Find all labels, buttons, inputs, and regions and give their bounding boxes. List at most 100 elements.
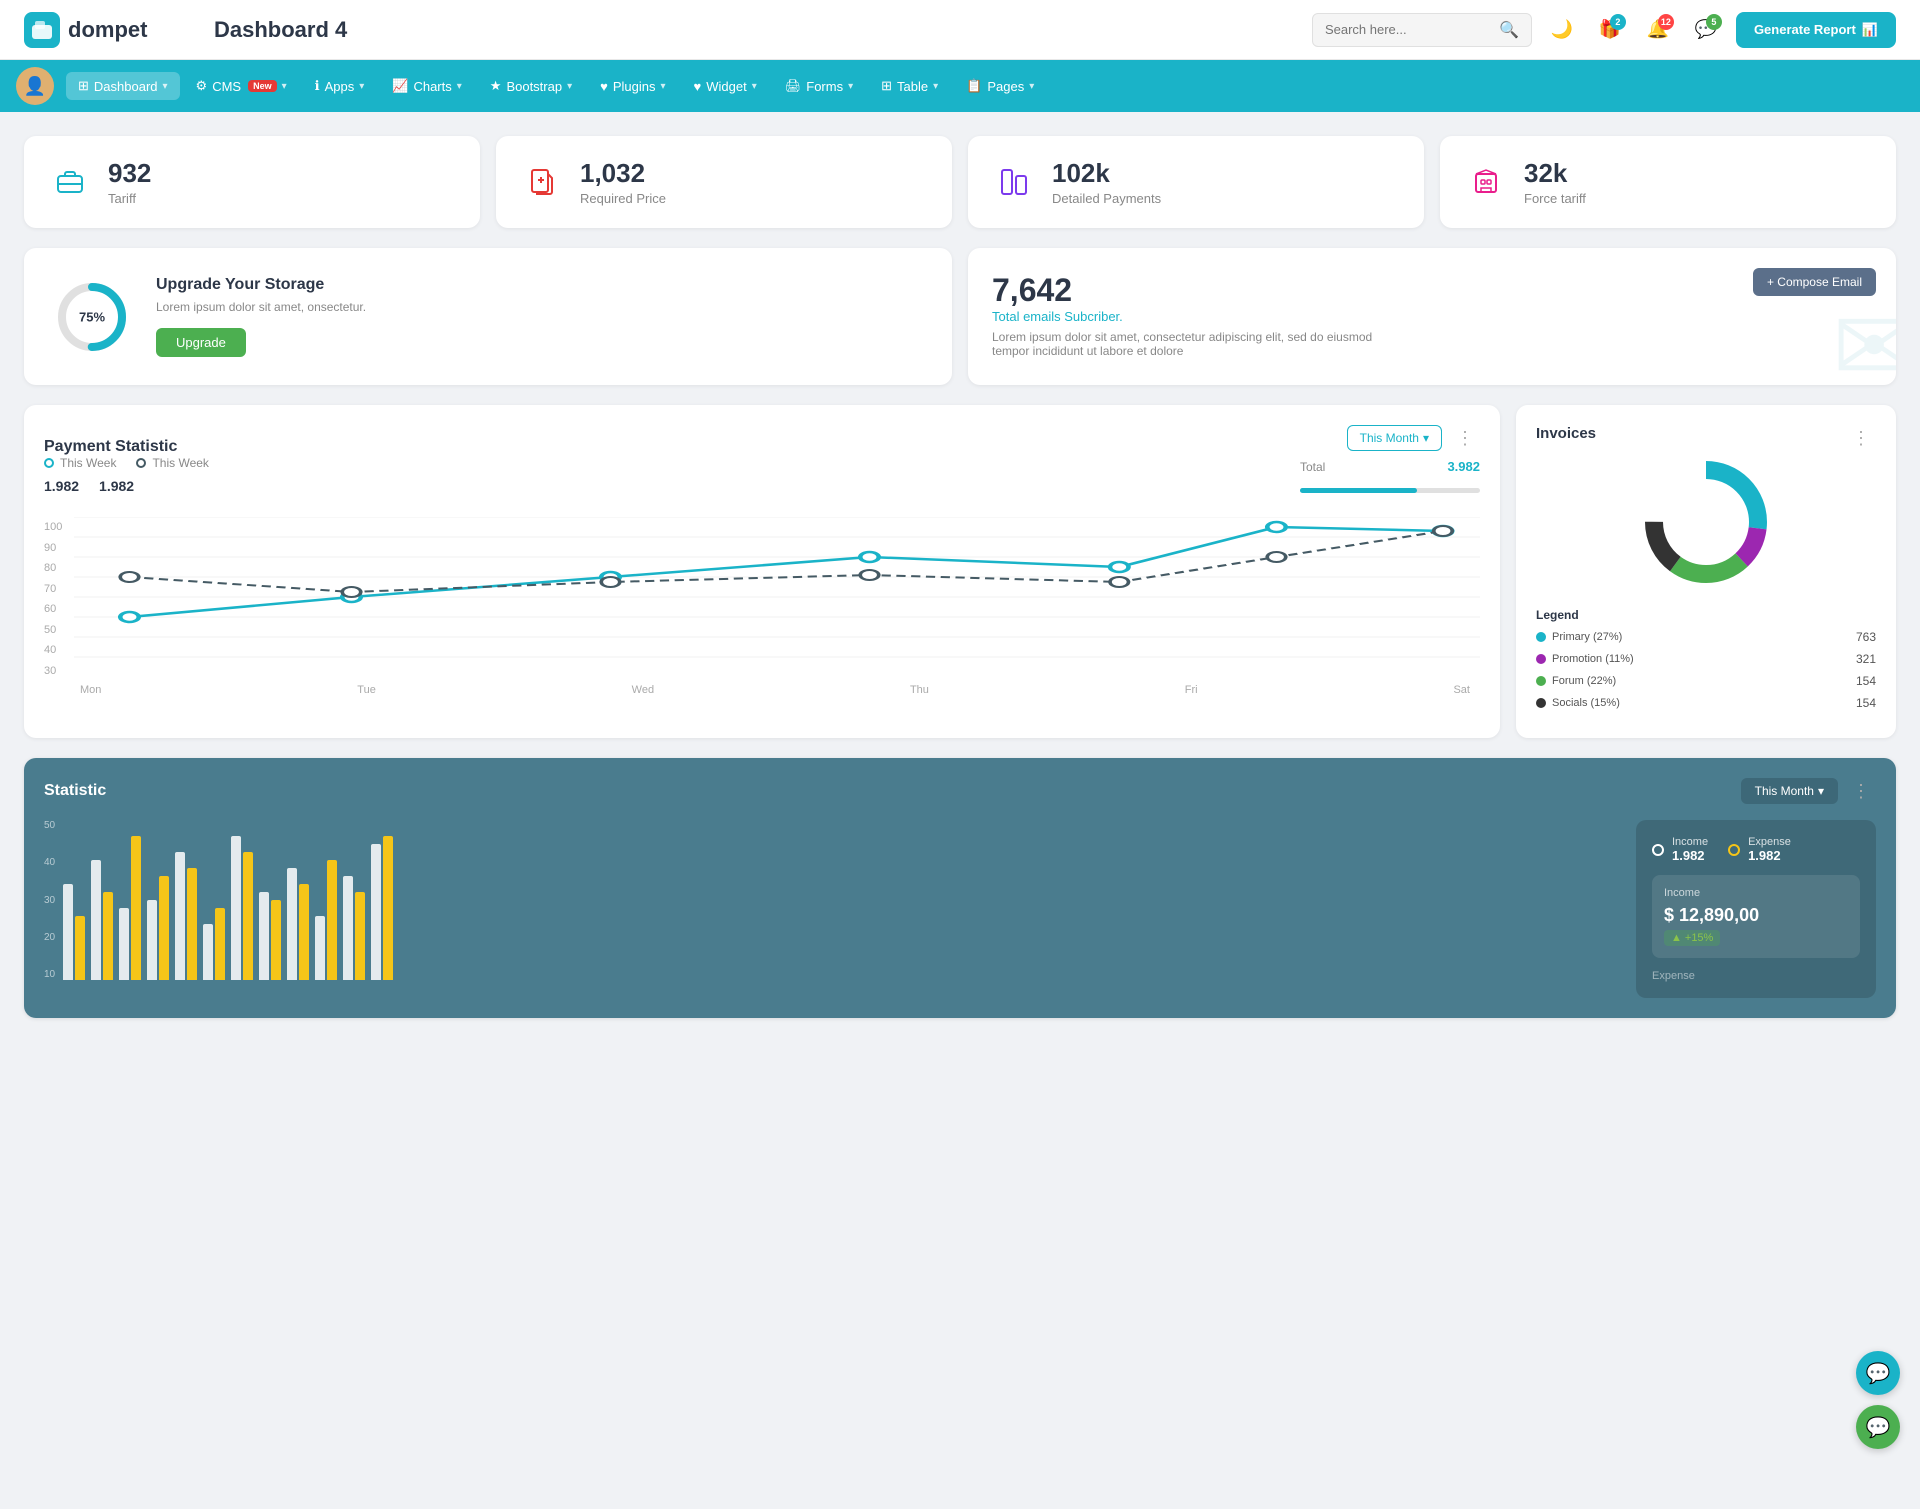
bar-group-8: [259, 892, 281, 980]
statistic-this-month-button[interactable]: This Month ▾: [1741, 778, 1838, 804]
nav-item-forms[interactable]: 🖨 Forms ▾: [773, 72, 865, 100]
nav-item-table[interactable]: ⊞ Table ▾: [869, 72, 950, 100]
page-title: Dashboard 4: [214, 17, 1292, 43]
search-icon: 🔍: [1499, 20, 1519, 40]
support-button[interactable]: 💬: [1856, 1351, 1900, 1395]
chevron-down-icon: ▾: [567, 81, 572, 92]
stat-value: 32k: [1524, 158, 1586, 189]
expense-dot: [1728, 844, 1740, 856]
this-month-button[interactable]: This Month ▾: [1347, 425, 1442, 451]
search-input[interactable]: [1325, 22, 1493, 37]
main-content: 932 Tariff 1,032 Required Price 102k Det…: [0, 112, 1920, 1042]
bar-group-6: [203, 908, 225, 980]
nav-item-charts[interactable]: 📈 Charts ▾: [380, 72, 474, 100]
middle-row: 75% Upgrade Your Storage Lorem ipsum dol…: [24, 248, 1896, 385]
floating-buttons: 💬 💬: [1856, 1351, 1900, 1449]
header: dompet Dashboard 4 🔍 🌙 🎁 2 🔔 12 💬 5 Gene…: [0, 0, 1920, 60]
chart-title-area: Payment Statistic This Week This Week 1.…: [44, 438, 209, 494]
bar-group-11: [343, 876, 365, 980]
bar-group-7: [231, 836, 253, 980]
bar-chart-with-yaxis: 50 40 30 20 10: [44, 820, 1616, 980]
bell-icon[interactable]: 🔔 12: [1640, 12, 1676, 48]
legend-promotion: Promotion (11%) 321: [1536, 652, 1876, 666]
payment-statistic-card: Payment Statistic This Week This Week 1.…: [24, 405, 1500, 738]
statistic-title: Statistic: [44, 782, 106, 800]
storage-donut: 75%: [52, 277, 132, 357]
chart-title: Payment Statistic: [44, 438, 209, 456]
legend-item-2: This Week: [136, 456, 208, 470]
legend-values: 1.982 1.982: [44, 478, 209, 494]
nav-item-cms[interactable]: ⚙ CMS New ▾: [184, 72, 299, 100]
total-bar-fill: [1300, 488, 1417, 493]
chat-icon[interactable]: 💬 5: [1688, 12, 1724, 48]
table-icon: ⊞: [881, 78, 892, 94]
gift-icon[interactable]: 🎁 2: [1592, 12, 1628, 48]
stat-info: 102k Detailed Payments: [1052, 158, 1161, 206]
forum-dot: [1536, 676, 1546, 686]
header-right: 🔍 🌙 🎁 2 🔔 12 💬 5 Generate Report 📊: [1312, 12, 1896, 48]
chevron-down-icon: ▾: [163, 81, 168, 92]
income-dot: [1652, 844, 1664, 856]
chart-icon: [992, 160, 1036, 204]
logo: dompet: [24, 12, 184, 48]
bar-chart-wrapper: 50 40 30 20 10: [44, 820, 1616, 998]
chevron-down-icon: ▾: [1029, 81, 1034, 92]
nav-item-bootstrap[interactable]: ★ Bootstrap ▾: [478, 72, 584, 100]
legend-dot-dark: [136, 458, 146, 468]
more-options-icon[interactable]: ⋮: [1450, 426, 1480, 451]
moon-icon[interactable]: 🌙: [1544, 12, 1580, 48]
total-progress-bar: [1300, 488, 1480, 493]
chart-header: Payment Statistic This Week This Week 1.…: [44, 425, 1480, 507]
gift-badge: 2: [1610, 14, 1626, 30]
upgrade-desc: Lorem ipsum dolor sit amet, onsectetur.: [156, 300, 366, 314]
nav-item-dashboard[interactable]: ⊞ Dashboard ▾: [66, 72, 180, 100]
nav-item-pages[interactable]: 📋 Pages ▾: [954, 72, 1046, 100]
stat-value: 932: [108, 158, 151, 189]
bar-chart: [63, 820, 1616, 980]
bar-group-12: [371, 836, 393, 980]
bar-group-5: [175, 852, 197, 980]
stat-card-required-price: 1,032 Required Price: [496, 136, 952, 228]
cms-icon: ⚙: [196, 78, 208, 94]
chevron-down-icon: ▾: [282, 81, 287, 92]
navbar: 👤 ⊞ Dashboard ▾ ⚙ CMS New ▾ ℹ Apps ▾ 📈 C…: [0, 60, 1920, 112]
nav-item-plugins[interactable]: ♥ Plugins ▾: [588, 73, 677, 100]
stat-label: Detailed Payments: [1052, 191, 1161, 206]
generate-report-button[interactable]: Generate Report 📊: [1736, 12, 1896, 48]
chat-badge: 5: [1706, 14, 1722, 30]
bar-group-2: [91, 860, 113, 980]
primary-dot: [1536, 632, 1546, 642]
up-arrow-icon: ▲: [1671, 932, 1682, 944]
chevron-down-icon: ▾: [1423, 431, 1429, 445]
plugins-icon: ♥: [600, 79, 608, 94]
stat-value: 1,032: [580, 158, 666, 189]
whatsapp-button[interactable]: 💬: [1856, 1405, 1900, 1449]
stat-label: Required Price: [580, 191, 666, 206]
widget-icon: ♥: [694, 79, 702, 94]
nav-item-apps[interactable]: ℹ Apps ▾: [303, 72, 377, 100]
income-expense-row: Income 1.982 Expense 1.982: [1652, 836, 1860, 863]
income-item: Income 1.982: [1652, 836, 1708, 863]
stat-card-force-tariff: 32k Force tariff: [1440, 136, 1896, 228]
bell-badge: 12: [1658, 14, 1674, 30]
expense-item: Expense 1.982: [1728, 836, 1791, 863]
statistic-body: 50 40 30 20 10: [44, 820, 1876, 998]
stat-info: 1,032 Required Price: [580, 158, 666, 206]
chart-body: 100 90 80 70 60 50 40 30: [44, 517, 1480, 680]
email-count: 7,642: [992, 272, 1872, 309]
income-box: Income $ 12,890,00 ▲ +15%: [1652, 875, 1860, 958]
invoices-more-icon[interactable]: ⋮: [1846, 426, 1876, 451]
legend-primary: Primary (27%) 763: [1536, 630, 1876, 644]
upgrade-button[interactable]: Upgrade: [156, 328, 246, 357]
chart-legend: This Week This Week: [44, 456, 209, 470]
stat-right-panel: Income 1.982 Expense 1.982 Income $: [1636, 820, 1876, 998]
bar-group-3: [119, 836, 141, 980]
statistic-more-icon[interactable]: ⋮: [1846, 779, 1876, 804]
file-plus-icon: [520, 160, 564, 204]
search-bar[interactable]: 🔍: [1312, 13, 1532, 47]
total-row: Total 3.982: [1300, 459, 1480, 474]
invoices-title: Invoices: [1536, 425, 1596, 442]
nav-item-widget[interactable]: ♥ Widget ▾: [682, 73, 769, 100]
upgrade-content: Upgrade Your Storage Lorem ipsum dolor s…: [156, 276, 366, 357]
legend-dot-teal: [44, 458, 54, 468]
